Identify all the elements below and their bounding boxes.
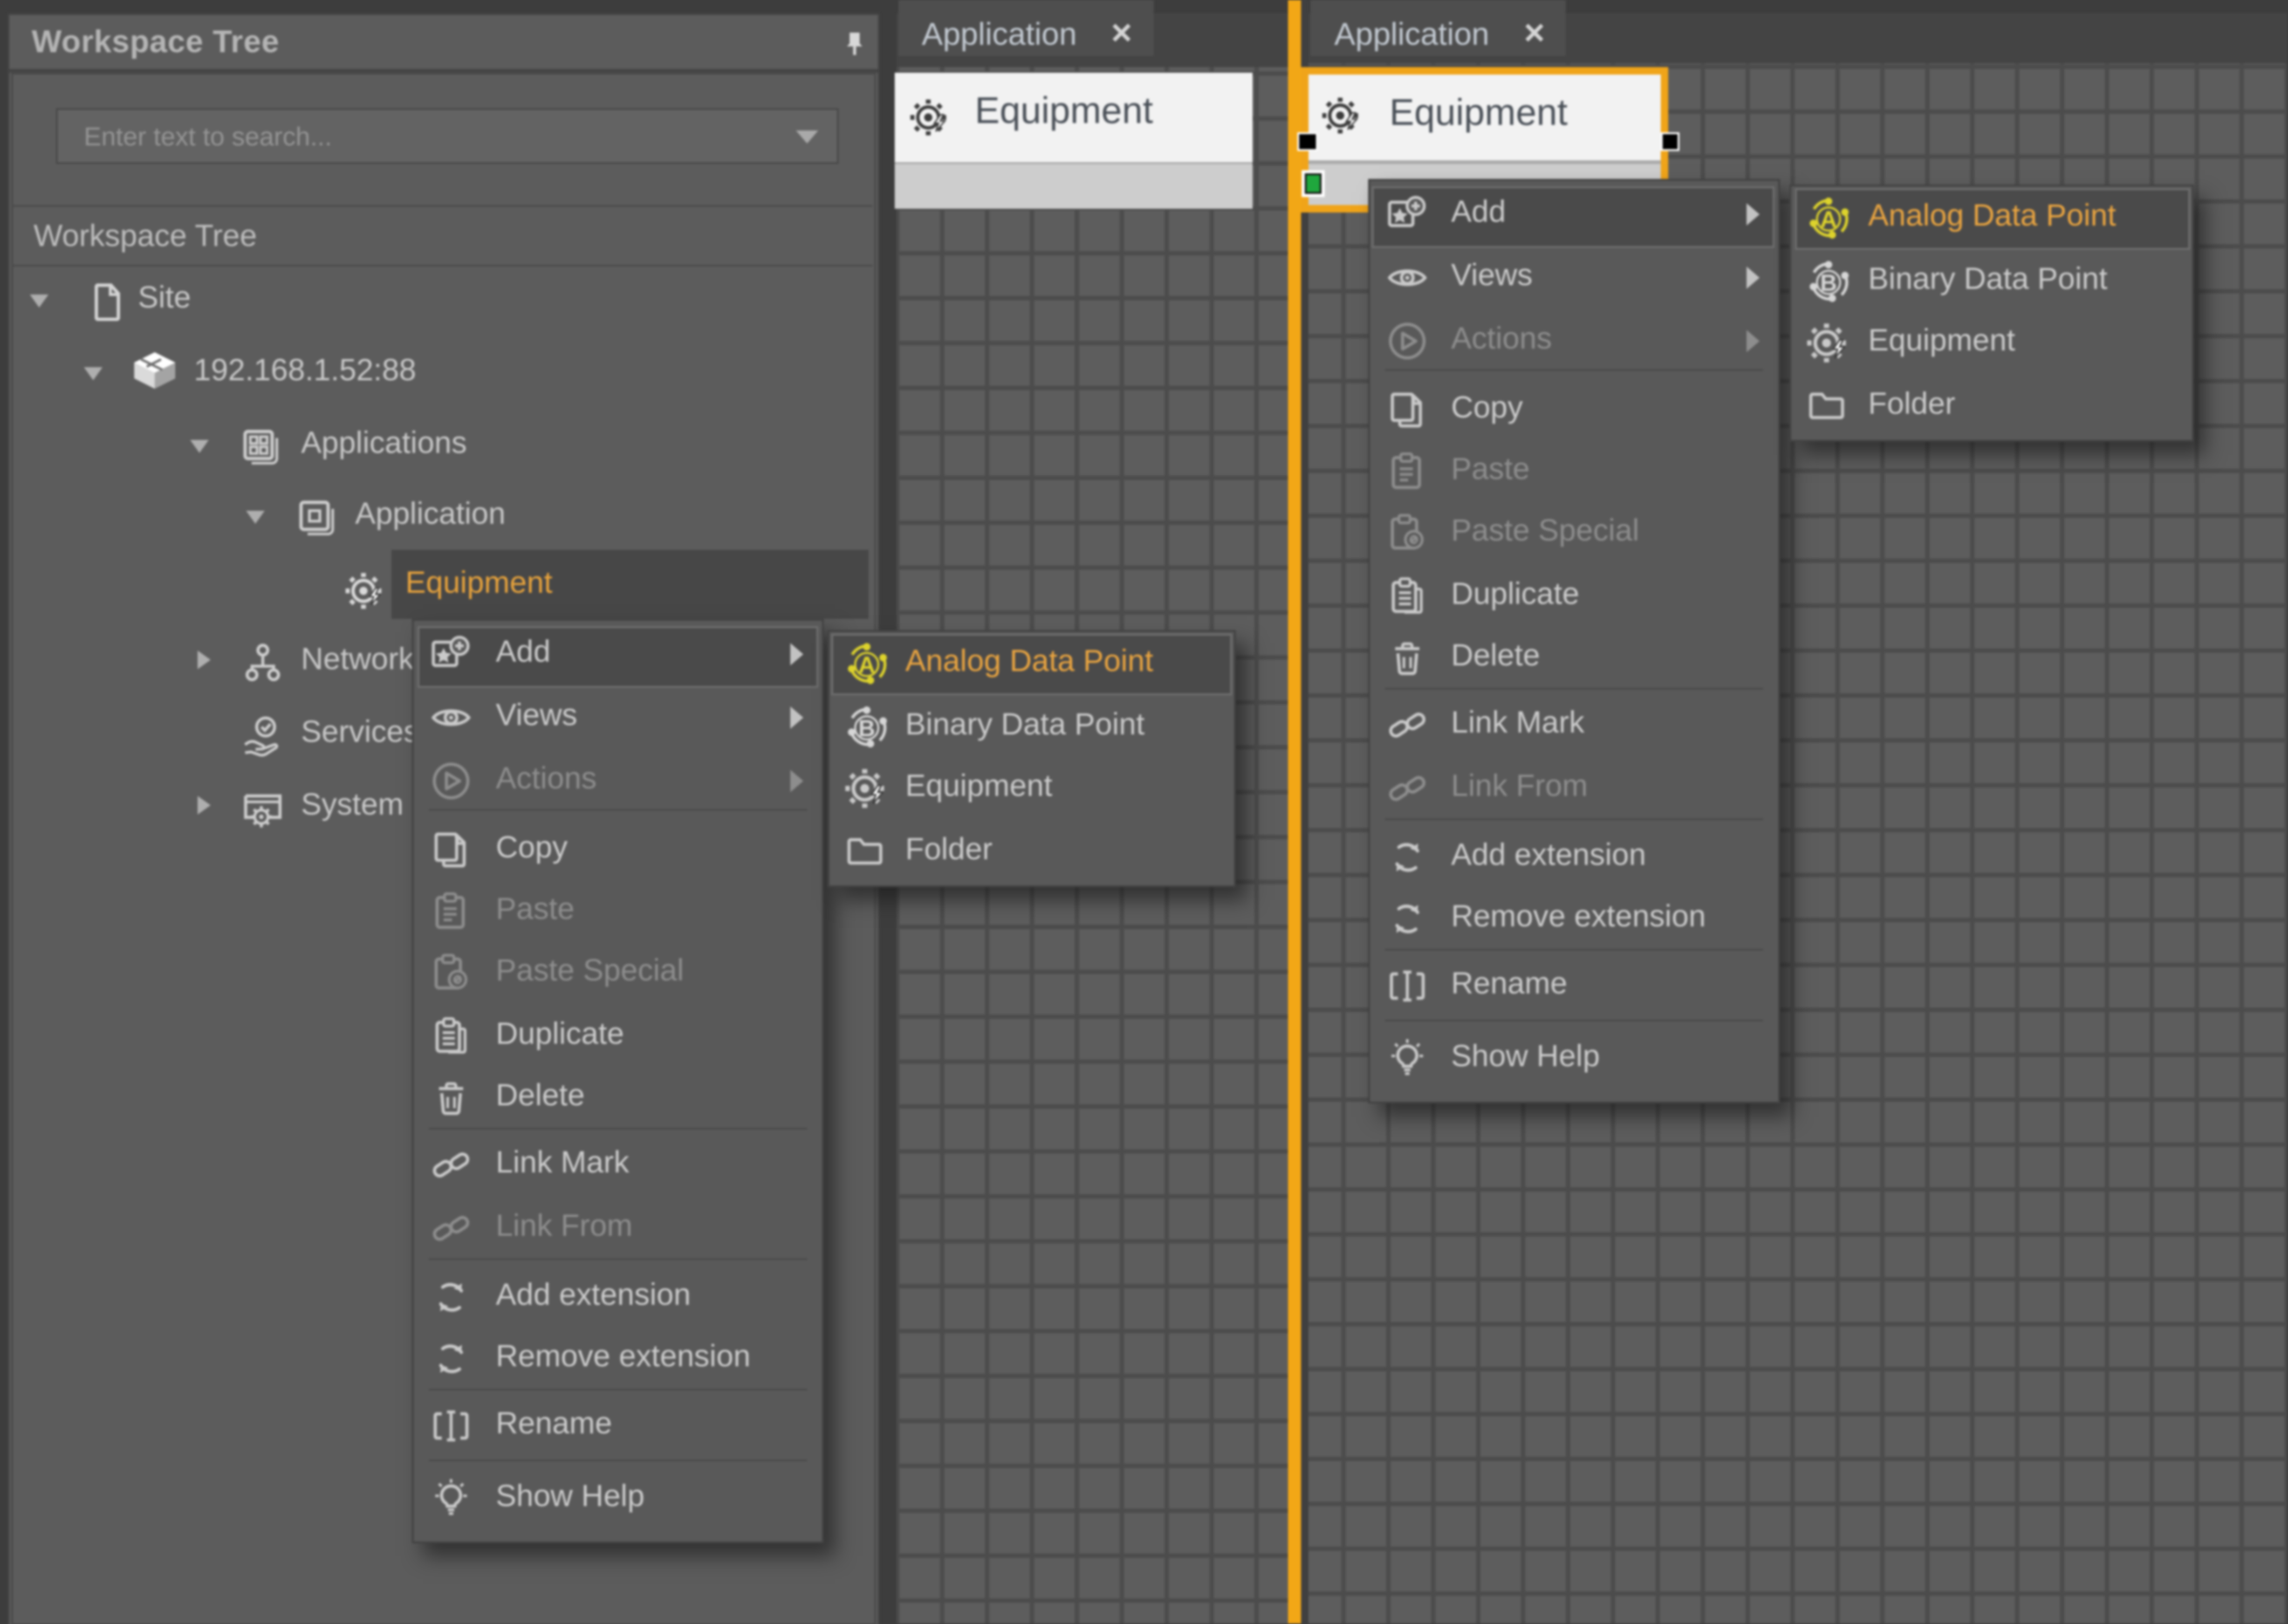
svg-text:A: A — [1821, 206, 1837, 232]
svg-text:A: A — [858, 651, 875, 677]
svg-text:B: B — [858, 714, 875, 740]
svg-text:B: B — [1821, 269, 1837, 295]
